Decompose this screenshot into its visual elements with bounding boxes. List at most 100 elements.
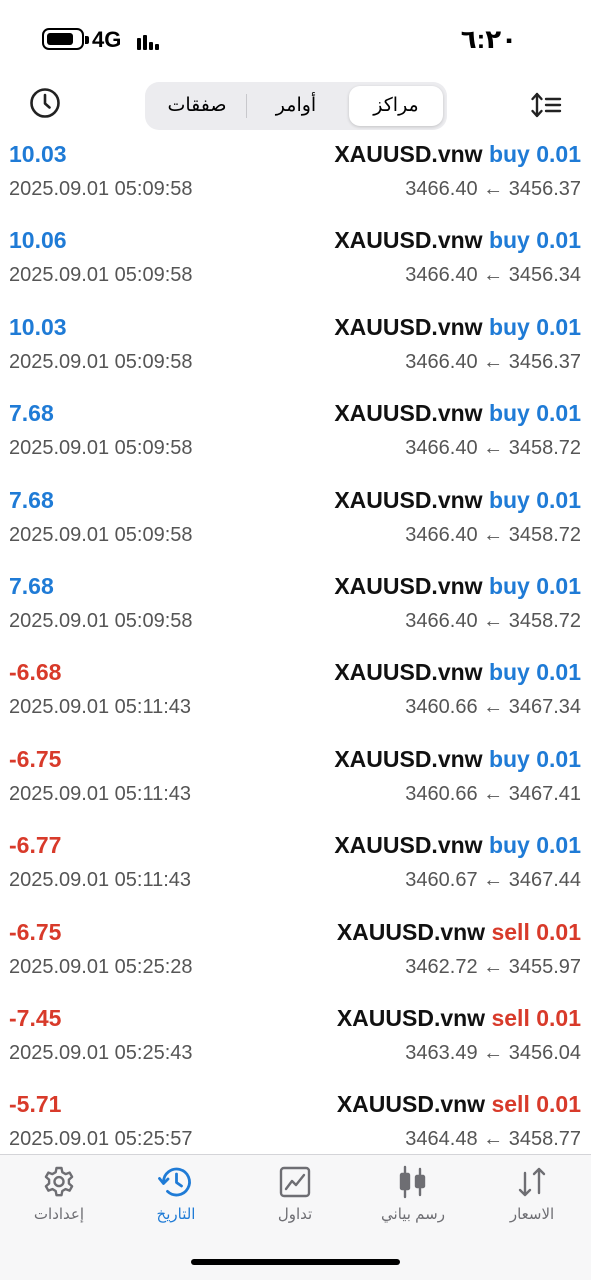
trade-side: buy: [488, 745, 530, 772]
trade-datetime: 2025.09.01 05:11:43: [9, 782, 192, 805]
tab-quotes-label: الاسعار: [509, 1206, 555, 1223]
trade-side: sell: [491, 1091, 530, 1118]
trade-side: buy: [488, 227, 530, 254]
tab-history-label: التاريخ: [156, 1206, 196, 1223]
trade-row[interactable]: -7.45 2025.09.01 05:25:43 XAUUSD.vnw sell …: [0, 1002, 591, 1088]
arrow-left-icon: ←: [477, 350, 509, 373]
trade-row[interactable]: -6.77 2025.09.01 05:11:43 XAUUSD.vnw buy 0…: [0, 829, 591, 915]
sort-icon: [531, 92, 562, 118]
trade-prices: 3463.49 ← 3456.04: [405, 1042, 581, 1065]
trade-row[interactable]: 10.03 2025.09.01 05:09:58 XAUUSD.vnw buy 0…: [0, 138, 591, 224]
arrow-left-icon: ←: [477, 178, 509, 200]
trade-volume: 0.01: [536, 313, 581, 340]
trade-price-open: 3458.72: [508, 437, 581, 460]
segment-deals[interactable]: صفقات: [149, 86, 245, 126]
trade-prices: 3466.40 ← 3456.34: [405, 264, 581, 287]
arrow-left-icon: ←: [477, 264, 509, 287]
trade-symbol: XAUUSD.vnw: [334, 486, 483, 513]
trade-price-close: 3460.67: [405, 869, 478, 892]
trade-price-close: 3463.49: [405, 1041, 478, 1064]
trade-price-close: 3466.40: [405, 609, 478, 632]
candlestick-icon: [399, 1165, 426, 1199]
trade-title: XAUUSD.vnw buy 0.01: [334, 314, 581, 341]
trade-side: sell: [491, 918, 530, 945]
trade-row[interactable]: 10.03 2025.09.01 05:09:58 XAUUSD.vnw buy 0…: [0, 311, 591, 397]
trade-volume: 0.01: [536, 745, 581, 772]
trade-price-close: 3466.40: [405, 350, 478, 373]
trade-profit: 7.68: [9, 400, 54, 427]
trade-volume: 0.01: [536, 572, 581, 599]
trade-price-close: 3462.72: [405, 955, 478, 978]
trade-datetime: 2025.09.01 05:25:43: [9, 1041, 193, 1064]
trade-datetime: 2025.09.01 05:11:43: [9, 869, 192, 892]
trade-price-close: 3460.66: [405, 696, 478, 719]
tab-quotes[interactable]: الاسعار: [477, 1165, 587, 1235]
trade-profit: -6.68: [9, 659, 62, 686]
period-history-button[interactable]: [28, 86, 62, 120]
arrow-left-icon: ←: [477, 955, 509, 978]
trade-volume: 0.01: [536, 486, 581, 513]
trade-row[interactable]: -5.71 2025.09.01 05:25:57 XAUUSD.vnw sell …: [0, 1088, 591, 1154]
signal-icon: [137, 30, 161, 50]
trade-prices: 3466.40 ← 3458.72: [405, 437, 581, 460]
trade-side: buy: [488, 832, 530, 859]
trade-profit: 7.68: [9, 486, 54, 513]
history-header: صفقات أوامر مراكز: [0, 78, 591, 138]
trade-chart-icon: [279, 1166, 311, 1198]
trade-row[interactable]: 7.68 2025.09.01 05:09:58 XAUUSD.vnw buy 0.…: [0, 570, 591, 656]
trade-price-open: 3456.04: [508, 1041, 581, 1064]
tab-history[interactable]: التاريخ: [121, 1165, 231, 1235]
trade-title: XAUUSD.vnw sell 0.01: [337, 1091, 581, 1118]
trade-row[interactable]: 7.68 2025.09.01 05:09:58 XAUUSD.vnw buy 0.…: [0, 484, 591, 570]
segment-positions[interactable]: مراكز: [349, 86, 443, 126]
trade-title: XAUUSD.vnw buy 0.01: [334, 400, 581, 427]
trade-price-close: 3466.40: [405, 523, 478, 546]
arrow-left-icon: ←: [477, 696, 509, 719]
trade-price-open: 3467.34: [508, 696, 581, 719]
trade-datetime: 2025.09.01 05:09:58: [9, 264, 193, 287]
trade-prices: 3460.66 ← 3467.41: [405, 783, 581, 806]
trade-title: XAUUSD.vnw buy 0.01: [334, 659, 581, 686]
segmented-control: صفقات أوامر مراكز: [145, 82, 447, 130]
trade-prices: 3466.40 ← 3456.37: [405, 178, 581, 201]
trade-symbol: XAUUSD.vnw: [334, 745, 483, 772]
trade-profit: -6.75: [9, 745, 62, 772]
status-bar: 4G ٦:٢٠: [0, 0, 591, 78]
trade-datetime: 2025.09.01 05:09:58: [9, 350, 193, 373]
trade-side: sell: [491, 1004, 530, 1031]
trade-profit: 10.03: [9, 313, 67, 340]
trade-profit: 10.06: [9, 227, 67, 254]
trade-title: XAUUSD.vnw buy 0.01: [334, 227, 581, 254]
trade-price-close: 3460.66: [405, 782, 478, 805]
trade-prices: 3466.40 ← 3458.72: [405, 610, 581, 633]
tab-chart[interactable]: رسم بياني: [358, 1165, 468, 1235]
trade-prices: 3462.72 ← 3455.97: [405, 956, 581, 979]
trade-row[interactable]: -6.75 2025.09.01 05:25:28 XAUUSD.vnw sell …: [0, 916, 591, 1002]
history-icon: [158, 1167, 191, 1197]
trade-title: XAUUSD.vnw buy 0.01: [334, 746, 581, 773]
trade-prices: 3460.66 ← 3467.34: [405, 696, 581, 719]
gear-icon: [44, 1166, 74, 1197]
trade-row[interactable]: 10.06 2025.09.01 05:09:58 XAUUSD.vnw buy 0…: [0, 224, 591, 310]
trade-price-open: 3456.37: [508, 178, 581, 200]
trade-symbol: XAUUSD.vnw: [334, 141, 483, 167]
tab-trade[interactable]: تداول: [240, 1165, 350, 1235]
trade-title: XAUUSD.vnw sell 0.01: [337, 919, 581, 946]
trade-title: XAUUSD.vnw buy 0.01: [334, 573, 581, 600]
trade-volume: 0.01: [536, 400, 581, 427]
arrow-left-icon: ←: [477, 609, 509, 632]
trade-row[interactable]: -6.68 2025.09.01 05:11:43 XAUUSD.vnw buy 0…: [0, 656, 591, 742]
quotes-arrows-icon: [518, 1167, 546, 1197]
trade-price-open: 3458.72: [508, 609, 581, 632]
segment-orders[interactable]: أوامر: [247, 86, 345, 126]
tab-settings[interactable]: إعدادات: [4, 1165, 114, 1235]
trade-row[interactable]: 7.68 2025.09.01 05:09:58 XAUUSD.vnw buy 0.…: [0, 397, 591, 483]
trade-volume: 0.01: [536, 1091, 581, 1118]
sort-button[interactable]: [530, 90, 562, 120]
trade-symbol: XAUUSD.vnw: [336, 1004, 486, 1031]
trade-price-close: 3466.40: [405, 178, 478, 200]
trade-title: XAUUSD.vnw sell 0.01: [337, 1005, 581, 1032]
trade-volume: 0.01: [536, 1004, 581, 1031]
trade-row[interactable]: -6.75 2025.09.01 05:11:43 XAUUSD.vnw buy 0…: [0, 743, 591, 829]
trade-datetime: 2025.09.01 05:09:58: [9, 609, 193, 632]
